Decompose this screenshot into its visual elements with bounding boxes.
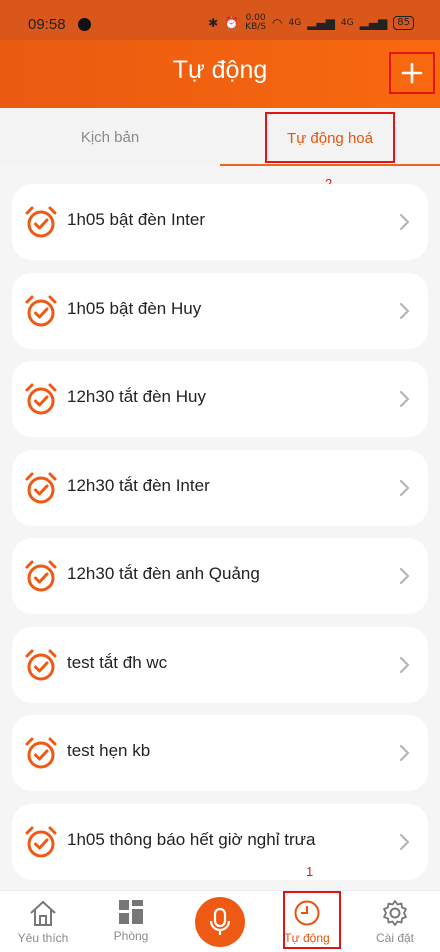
automation-label: test tắt đh wc [67,652,168,672]
chevron-right-icon [399,302,410,319]
alarm-check-icon [25,560,57,592]
microphone-icon [209,907,231,935]
tab-automation[interactable]: Tự động hoá [220,108,440,166]
annotation-1: 1 [306,864,314,879]
automation-label: 1h05 bật đèn Inter [67,210,206,229]
messenger-icon [78,18,91,31]
status-time: 09:58 [28,16,66,33]
app-header: Tự động [0,40,440,108]
alarm-check-icon [25,383,57,415]
nav-favorites[interactable]: Yêu thích [3,899,83,945]
signal-bars-icon-1: ▂▄▆ [307,16,335,30]
grid-icon [119,900,143,924]
signal-label-2: 4G [340,18,354,28]
automation-item[interactable]: 1h05 bật đèn Inter [12,184,428,260]
nav-favorites-label: Yêu thích [17,931,69,945]
chevron-right-icon [399,390,410,408]
chevron-right-icon [399,744,410,762]
chevron-right-icon [399,479,410,496]
signal-bars-icon-2: ▂▄▆ [359,16,388,30]
tab-active-indicator [220,164,440,166]
automation-item[interactable]: test hẹn kb [12,715,428,791]
battery-icon: 85 [393,16,414,30]
alarm-check-icon [25,206,57,238]
automation-label: test hẹn kb [67,741,151,760]
chevron-right-icon [399,656,410,673]
chevron-right-icon [399,833,410,850]
alarm-icon: ⏰ [224,16,240,30]
automation-label: 12h30 tắt đèn anh Quảng [67,564,260,583]
wifi-icon: ◠ [272,16,283,30]
automation-label: 12h30 tắt đèn Huy [67,387,206,406]
page-title: Tự động [172,56,268,84]
chevron-right-icon [399,213,410,231]
automation-label: 1h05 bật đèn Huy [67,298,202,318]
home-icon [30,900,56,926]
status-icons: ✱ ⏰ 0.00 KB/S ◠ 4G ▂▄▆ 4G ▂▄▆ 85 [208,14,414,32]
add-automation-button[interactable] [389,52,435,94]
gear-icon [383,900,407,926]
alarm-check-icon [25,737,57,769]
signal-label-1: 4G [288,18,302,28]
bluetooth-icon: ✱ [208,16,219,30]
tab-bar: Kịch bản Tự động hoá [0,108,440,166]
nav-rooms-label: Phòng [113,929,149,943]
nav-automation-highlight [283,891,341,949]
alarm-check-icon [25,649,57,680]
automation-item[interactable]: 12h30 tắt đèn Inter [12,449,428,526]
nav-settings[interactable]: Cài đặt [355,899,435,945]
automation-item[interactable]: 12h30 tắt đèn Huy [12,361,428,437]
plus-icon [401,62,423,84]
voice-button[interactable] [195,897,245,947]
tab-automation-label: Tự động hoá [287,129,373,147]
status-bar: 09:58 ✱ ⏰ 0.00 KB/S ◠ 4G ▂▄▆ 4G ▂▄▆ 85 [0,0,440,40]
alarm-check-icon [25,472,57,503]
net-speed: 0.00 KB/S [245,13,266,32]
automation-item[interactable]: 1h05 bật đèn Huy [12,272,428,349]
alarm-check-icon [25,826,57,857]
chevron-right-icon [399,567,410,585]
nav-rooms[interactable]: Phòng [91,899,171,943]
tab-automation-highlight: Tự động hoá [265,111,395,163]
alarm-check-icon [25,295,57,326]
automation-item[interactable]: 12h30 tắt đèn anh Quảng [12,538,428,614]
automation-item[interactable]: test tắt đh wc [12,626,428,703]
automation-label: 1h05 thông báo hết giờ nghỉ trưa [67,829,316,849]
tab-scenarios[interactable]: Kịch bản [0,108,220,166]
nav-settings-label: Cài đặt [375,931,415,945]
automation-label: 12h30 tắt đèn Inter [67,475,210,495]
automation-item[interactable]: 1h05 thông báo hết giờ nghỉ trưa [12,803,428,880]
tab-scenarios-label: Kịch bản [80,128,140,146]
